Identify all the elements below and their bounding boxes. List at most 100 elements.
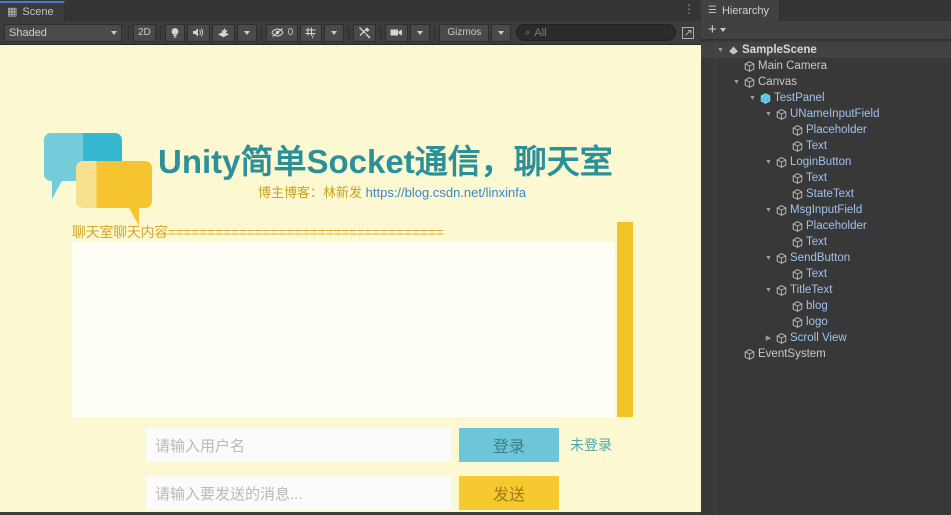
toggle-2d-button[interactable]: 2D [133, 23, 156, 42]
tree-item-scroll-view[interactable]: ▶ Scroll View [701, 330, 951, 346]
chevron-down-icon[interactable]: ▼ [763, 207, 774, 214]
tree-item-text[interactable]: ▸ Text [701, 138, 951, 154]
tab-hierarchy[interactable]: ☰ Hierarchy [701, 0, 781, 21]
tree-item-label: Canvas [758, 76, 797, 88]
gizmos-dropdown-button[interactable] [491, 23, 512, 42]
scene-search-placeholder: All [534, 26, 547, 39]
gameobject-icon [790, 172, 804, 184]
hierarchy-tree[interactable]: ▼ SampleScene▸ Main Camera▼ Canvas▼ Test… [701, 40, 951, 515]
toolbar-separator [159, 25, 161, 40]
chevron-down-icon[interactable]: ▼ [763, 159, 774, 166]
send-row: 请输入要发送的消息... 发送 [146, 476, 559, 510]
tree-item-blog[interactable]: ▸ blog [701, 298, 951, 314]
scene-tools-button[interactable] [353, 23, 377, 42]
username-input[interactable]: 请输入用户名 [146, 428, 451, 462]
grid-dropdown-button[interactable] [324, 23, 345, 42]
tree-item-main-camera[interactable]: ▸ Main Camera [701, 58, 951, 74]
grid-icon: ▦ [7, 5, 18, 18]
tree-item-text[interactable]: ▸ Text [701, 266, 951, 282]
chat-scroll-view[interactable] [72, 242, 615, 417]
svg-text:Y: Y [311, 34, 315, 39]
chevron-down-icon[interactable]: ▼ [715, 47, 726, 54]
tree-item-label: Placeholder [806, 124, 867, 136]
chevron-down-icon[interactable]: ▼ [731, 79, 742, 86]
gameobject-icon [790, 188, 804, 200]
toolbar-separator [434, 25, 436, 40]
tree-item-text[interactable]: ▸ Text [701, 234, 951, 250]
tree-item-loginbutton[interactable]: ▼ LoginButton [701, 154, 951, 170]
tree-item-text[interactable]: ▸ Text [701, 170, 951, 186]
tree-item-placeholder[interactable]: ▸ Placeholder [701, 218, 951, 234]
chevron-down-icon[interactable]: ▼ [763, 255, 774, 262]
tree-item-unameinputfield[interactable]: ▼ UNameInputField [701, 106, 951, 122]
tab-scene[interactable]: ▦ Scene [0, 1, 65, 21]
tree-item-canvas[interactable]: ▼ Canvas [701, 74, 951, 90]
scene-search-input[interactable]: ⌕ All [516, 24, 676, 41]
chat-content-header: 聊天室聊天内容=================================… [72, 224, 444, 240]
tree-item-label: UNameInputField [790, 108, 880, 120]
chevron-down-icon[interactable] [719, 28, 726, 32]
gameobject-icon [790, 140, 804, 152]
blog-url-link[interactable]: https://blog.csdn.net/linxinfa [366, 185, 526, 200]
gizmos-button[interactable]: Gizmos [439, 23, 490, 42]
speech-bubble-blue-tail-icon [52, 179, 63, 199]
tree-item-titletext[interactable]: ▼ TitleText [701, 282, 951, 298]
gameobject-icon [790, 124, 804, 136]
chevron-down-icon [417, 30, 424, 35]
blog-author-label: 博主博客：林新发 [258, 185, 363, 200]
panel-menu-icon[interactable]: ⋮ [683, 3, 695, 15]
gizmos-label: Gizmos [447, 27, 482, 38]
shading-mode-value: Shaded [9, 26, 47, 39]
gameobject-icon [774, 156, 788, 168]
scene-view-canvas[interactable]: Unity简单Socket通信，聊天室 博主博客：林新发 https://blo… [0, 45, 701, 515]
chevron-down-icon [243, 30, 250, 35]
tree-item-logo[interactable]: ▸ logo [701, 314, 951, 330]
chevron-down-icon[interactable]: ▼ [763, 287, 774, 294]
shading-mode-dropdown[interactable]: Shaded [4, 23, 122, 42]
scene-camera-icon [390, 29, 403, 36]
message-placeholder: 请输入要发送的消息... [155, 485, 303, 503]
tree-item-sendbutton[interactable]: ▼ SendButton [701, 250, 951, 266]
tree-spacer: ▸ [779, 238, 790, 246]
chevron-right-icon[interactable]: ▶ [763, 334, 774, 342]
scene-toolbar: Shaded 2D 0 Y Gizmos ⌕ All [0, 21, 701, 45]
chevron-down-icon[interactable]: ▼ [763, 111, 774, 118]
hidden-objects-button[interactable]: 0 [265, 23, 299, 42]
prefab-icon [758, 92, 772, 104]
tree-item-samplescene[interactable]: ▼ SampleScene [701, 42, 951, 58]
tree-item-statetext[interactable]: ▸ StateText [701, 186, 951, 202]
login-button[interactable]: 登录 [459, 428, 559, 462]
gameobject-icon [790, 300, 804, 312]
effects-dropdown-button[interactable] [236, 23, 257, 42]
tree-item-testpanel[interactable]: ▼ TestPanel [701, 90, 951, 106]
maximize-icon[interactable] [680, 25, 696, 41]
grid-visibility-button[interactable]: Y [300, 23, 323, 42]
tree-spacer: ▸ [779, 270, 790, 278]
eye-off-icon [271, 28, 284, 37]
gameobject-icon [774, 284, 788, 296]
unity-editor-window: ▦ Scene ⋮ Shaded 2D 0 Y Gizmos ⌕ All Uni… [0, 0, 951, 515]
hierarchy-panel: ☰ Hierarchy + ▼ SampleScene▸ Main Camera… [701, 0, 951, 515]
send-button[interactable]: 发送 [459, 476, 559, 510]
tree-item-placeholder[interactable]: ▸ Placeholder [701, 122, 951, 138]
lighting-toggle-button[interactable] [164, 23, 185, 42]
toolbar-separator [380, 25, 382, 40]
scene-camera-dropdown[interactable] [410, 23, 431, 42]
tree-item-eventsystem[interactable]: ▸ EventSystem [701, 346, 951, 362]
chat-scrollbar[interactable] [617, 222, 633, 417]
message-input[interactable]: 请输入要发送的消息... [146, 476, 451, 510]
toolbar-separator [260, 25, 262, 40]
tree-item-msginputfield[interactable]: ▼ MsgInputField [701, 202, 951, 218]
tree-spacer: ▸ [731, 62, 742, 70]
effects-toggle-button[interactable] [211, 23, 235, 42]
scene-camera-button[interactable] [385, 23, 409, 42]
tree-item-label: EventSystem [758, 348, 826, 360]
tree-spacer: ▸ [779, 174, 790, 182]
tree-spacer: ▸ [731, 350, 742, 358]
plus-icon[interactable]: + [708, 22, 717, 37]
chat-scrollbar-handle[interactable] [617, 222, 633, 417]
audio-toggle-button[interactable] [186, 23, 210, 42]
gameobject-icon [774, 204, 788, 216]
tree-spacer: ▸ [779, 190, 790, 198]
chevron-down-icon[interactable]: ▼ [747, 95, 758, 102]
